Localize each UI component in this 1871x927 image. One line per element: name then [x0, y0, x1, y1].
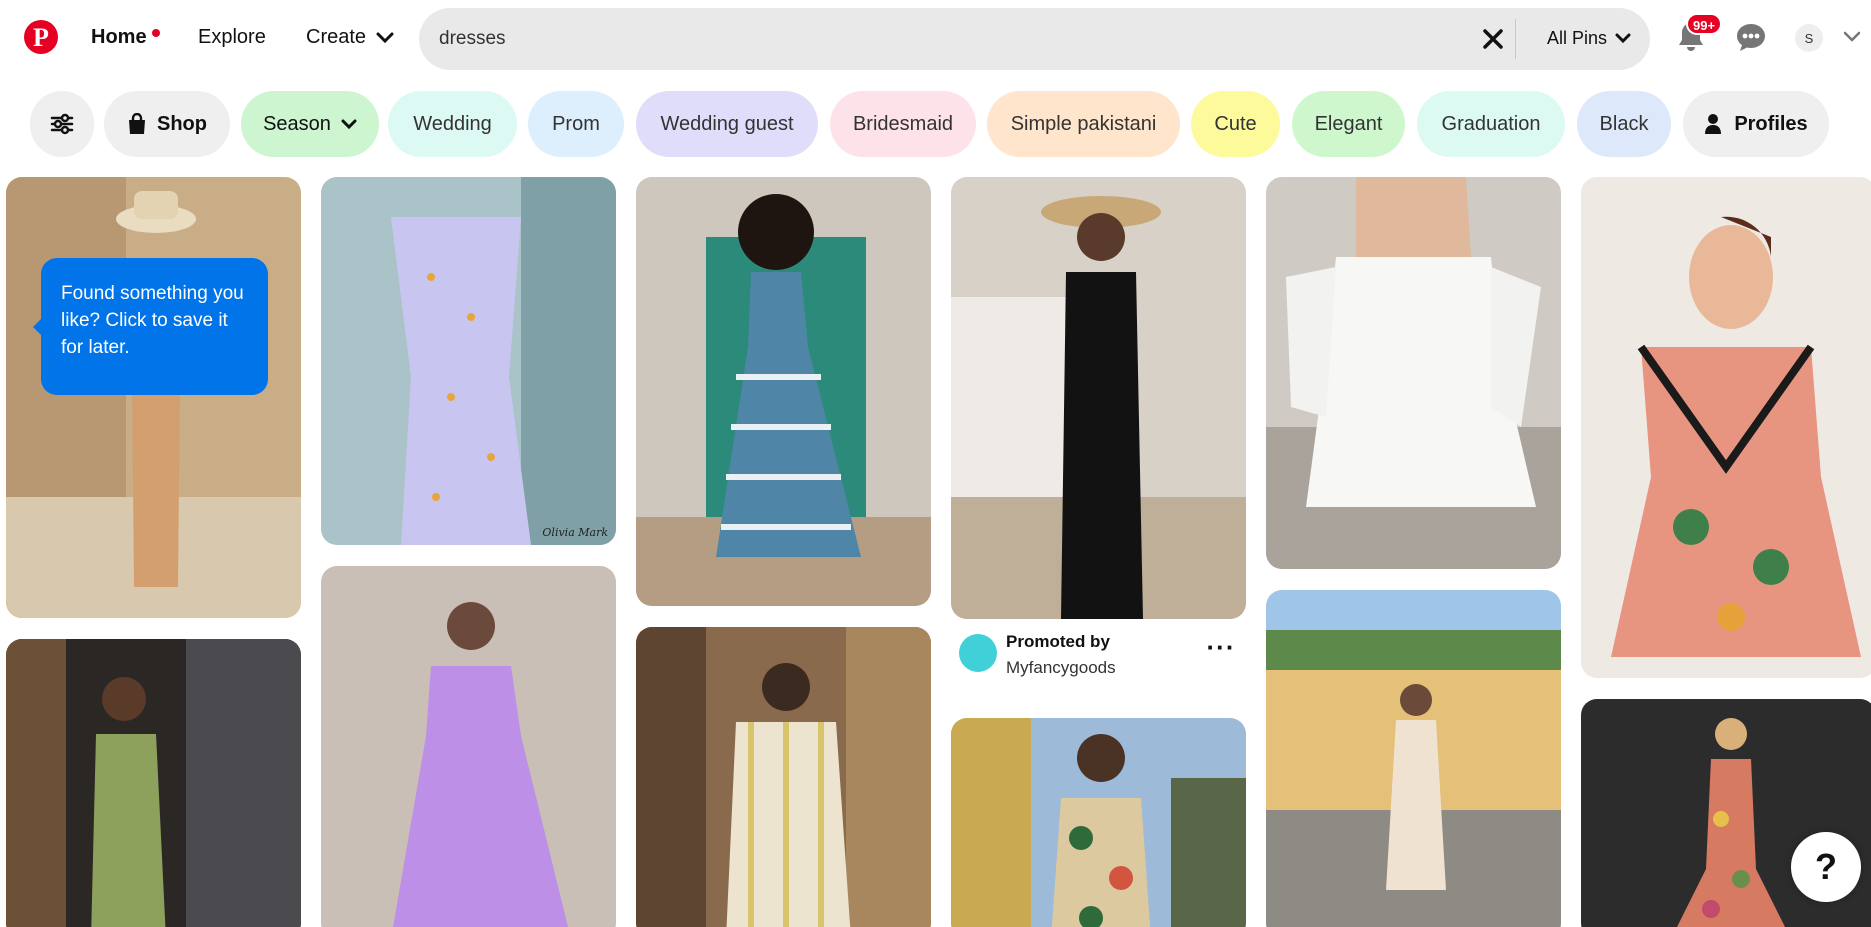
chip-wedding[interactable]: Wedding — [388, 91, 517, 157]
search-bar: All Pins — [419, 8, 1650, 70]
chip-graduation[interactable]: Graduation — [1417, 91, 1565, 157]
more-options-icon[interactable]: ··· — [1206, 634, 1236, 664]
chip-bridesmaid[interactable]: Bridesmaid — [830, 91, 976, 157]
notification-badge: 99+ — [1686, 13, 1723, 35]
chip-simple-pakistani[interactable]: Simple pakistani — [987, 91, 1180, 157]
help-button[interactable]: ? — [1791, 832, 1861, 902]
pin-floral-lavender-dress[interactable]: Olivia Mark — [321, 177, 616, 545]
pin-floral-slip-dress[interactable] — [1266, 590, 1561, 927]
top-nav-bar: P Home Explore Create All Pins 99+ S — [0, 0, 1871, 80]
person-icon — [1705, 114, 1722, 134]
account-chevron-down-icon[interactable] — [1843, 30, 1861, 44]
logo-letter: P — [33, 23, 49, 52]
pin-image — [1266, 590, 1561, 927]
pin-tan-knit-dress[interactable] — [6, 177, 301, 618]
search-scope-label: All Pins — [1547, 28, 1608, 48]
chip-season-dropdown[interactable]: Season — [241, 91, 379, 157]
pin-striped-halter-dress[interactable] — [636, 177, 931, 606]
advertiser-avatar[interactable] — [959, 634, 997, 672]
clear-search-button[interactable] — [1478, 24, 1508, 54]
nav-create-label: Create — [306, 26, 367, 48]
search-scope-dropdown[interactable]: All Pins — [1547, 28, 1631, 49]
filter-chip-bar: Shop Season Wedding Prom Wedding guest B… — [0, 88, 1871, 160]
advertiser-name-link[interactable]: Myfancygoods — [1006, 658, 1116, 678]
sliders-icon — [50, 113, 74, 135]
chip-black[interactable]: Black — [1577, 91, 1671, 157]
pin-lilac-ruffle-gown[interactable] — [321, 566, 616, 927]
pin-tropical-print-dress[interactable] — [951, 718, 1246, 927]
home-notification-dot — [152, 29, 160, 37]
pin-image — [321, 177, 616, 545]
chip-profiles[interactable]: Profiles — [1683, 91, 1829, 157]
pin-image — [951, 177, 1246, 619]
chip-shop[interactable]: Shop — [104, 91, 230, 157]
pin-striped-wrap-dress[interactable] — [636, 627, 931, 927]
chip-season-label: Season — [263, 112, 331, 135]
chip-elegant[interactable]: Elegant — [1292, 91, 1405, 157]
pin-image — [6, 639, 301, 927]
message-icon[interactable] — [1735, 22, 1767, 52]
chip-shop-label: Shop — [157, 112, 207, 135]
chevron-down-icon — [341, 119, 357, 129]
pinterest-logo-icon[interactable]: P — [24, 20, 58, 54]
chip-cute[interactable]: Cute — [1191, 91, 1280, 157]
nav-create-menu[interactable]: Create — [306, 26, 394, 49]
pin-image — [636, 177, 931, 606]
pin-green-dress[interactable] — [6, 639, 301, 927]
filter-settings-button[interactable] — [30, 91, 94, 157]
promoted-by-label: Promoted by — [1006, 632, 1110, 651]
chevron-down-icon — [1615, 33, 1631, 44]
chevron-down-icon — [376, 32, 394, 43]
pin-image — [951, 718, 1246, 927]
search-divider — [1515, 19, 1516, 59]
pin-image — [1581, 177, 1871, 678]
search-input[interactable] — [439, 8, 1449, 70]
chip-profiles-label: Profiles — [1734, 112, 1808, 135]
shopping-bag-icon — [129, 113, 145, 134]
pin-watermark: Olivia Mark — [542, 526, 608, 539]
pin-tropical-ruffle-dress[interactable] — [1581, 177, 1871, 678]
chip-prom[interactable]: Prom — [528, 91, 624, 157]
user-avatar[interactable]: S — [1795, 24, 1823, 52]
pin-image — [321, 566, 616, 927]
chip-wedding-guest[interactable]: Wedding guest — [636, 91, 818, 157]
pin-black-tshirt-dress[interactable] — [951, 177, 1246, 619]
close-icon — [1483, 29, 1503, 49]
pin-white-puff-sleeve-dress[interactable] — [1266, 177, 1561, 569]
pin-image — [1266, 177, 1561, 569]
save-hint-tooltip: Found something you like? Click to save … — [41, 258, 268, 395]
nav-explore-link[interactable]: Explore — [198, 26, 266, 49]
nav-home-link[interactable]: Home — [91, 26, 147, 49]
pin-image — [6, 177, 301, 618]
pin-image — [636, 627, 931, 927]
